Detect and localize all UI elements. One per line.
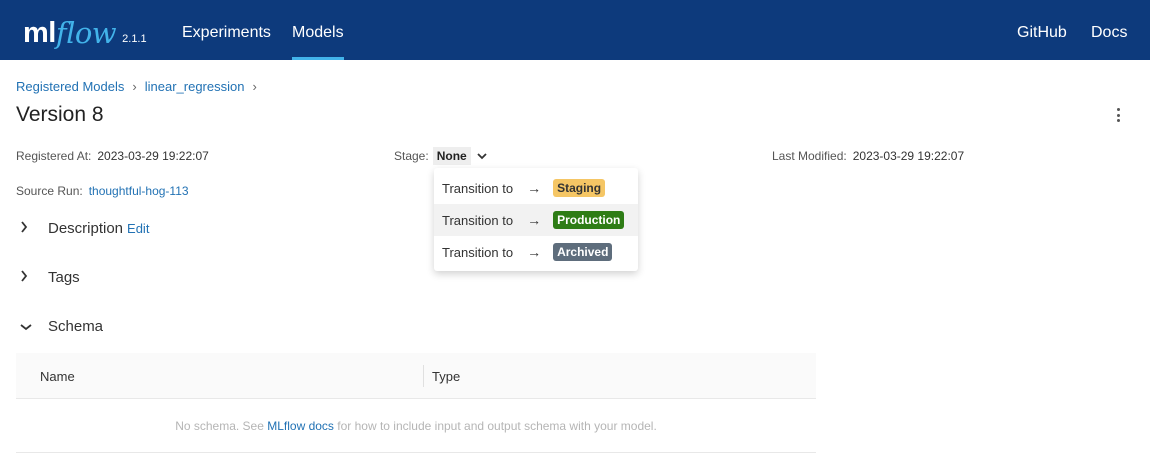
- nav-experiments[interactable]: Experiments: [182, 0, 271, 60]
- top-nav-bar: ml flow 2.1.1 Experiments Models GitHub D…: [0, 0, 1150, 60]
- transition-production-item[interactable]: Transition to → Production: [434, 204, 638, 236]
- last-modified-value: 2023-03-29 19:22:07: [852, 149, 965, 163]
- last-modified-label: Last Modified:: [772, 149, 847, 163]
- description-title[interactable]: Description: [48, 220, 123, 237]
- production-badge: Production: [553, 211, 625, 229]
- arrow-right-icon: →: [527, 180, 542, 196]
- nav-models[interactable]: Models: [292, 0, 344, 60]
- source-run-link[interactable]: thoughtful-hog-113: [89, 184, 189, 198]
- column-divider: [423, 365, 424, 387]
- source-run-label: Source Run:: [16, 184, 83, 198]
- chevron-right-icon: ›: [252, 79, 257, 94]
- transition-archived-item[interactable]: Transition to → Archived: [434, 236, 638, 268]
- stage-label: Stage:: [394, 149, 429, 163]
- arrow-right-icon: →: [527, 212, 542, 228]
- mlflow-docs-link[interactable]: MLflow docs: [267, 419, 334, 433]
- schema-empty-message: No schema. See MLflow docs for how to in…: [16, 399, 816, 453]
- nav-docs[interactable]: Docs: [1091, 0, 1127, 60]
- source-run: Source Run: thoughtful-hog-113: [16, 184, 189, 198]
- schema-empty-prefix: No schema. See: [175, 419, 268, 433]
- transition-label: Transition to: [442, 212, 514, 228]
- chevron-right-icon: ›: [132, 79, 137, 94]
- chevron-down-icon[interactable]: [477, 152, 487, 163]
- description-section: Description Edit: [20, 220, 149, 237]
- logo-ml-text: ml: [23, 17, 56, 49]
- column-name[interactable]: Name: [40, 369, 75, 384]
- schema-title[interactable]: Schema: [48, 318, 103, 335]
- last-modified: Last Modified: 2023-03-29 19:22:07: [772, 149, 964, 163]
- chevron-down-icon[interactable]: [20, 319, 34, 334]
- arrow-right-icon: →: [527, 244, 542, 260]
- version-label: 2.1.1: [122, 33, 147, 45]
- nav-github[interactable]: GitHub: [1017, 0, 1067, 60]
- registered-at-label: Registered At:: [16, 149, 92, 163]
- logo-flow-text: flow: [55, 16, 117, 50]
- schema-empty-suffix: for how to include input and output sche…: [333, 419, 657, 433]
- breadcrumb-model-name[interactable]: linear_regression: [145, 79, 245, 94]
- stage-value: None: [436, 149, 467, 163]
- transition-label: Transition to: [442, 244, 514, 260]
- registered-at-value: 2023-03-29 19:22:07: [97, 149, 209, 163]
- staging-badge: Staging: [553, 179, 606, 197]
- stage-transition-menu: Transition to → Staging Transition to → …: [434, 168, 638, 271]
- schema-section: Schema: [20, 318, 103, 335]
- transition-staging-item[interactable]: Transition to → Staging: [434, 172, 638, 204]
- chevron-right-icon[interactable]: [20, 221, 34, 236]
- kebab-menu-icon[interactable]: [1110, 106, 1126, 124]
- stage-select[interactable]: None: [432, 147, 471, 165]
- column-type[interactable]: Type: [432, 369, 460, 384]
- schema-table: Name Type No schema. See MLflow docs for…: [16, 353, 816, 453]
- archived-badge: Archived: [553, 243, 613, 261]
- tags-title[interactable]: Tags: [48, 269, 80, 286]
- registered-at: Registered At: 2023-03-29 19:22:07: [16, 149, 209, 163]
- tags-section: Tags: [20, 269, 80, 286]
- schema-table-header: Name Type: [16, 353, 816, 399]
- breadcrumb-registered-models[interactable]: Registered Models: [16, 79, 124, 94]
- breadcrumb: Registered Models › linear_regression ›: [16, 79, 265, 94]
- transition-label: Transition to: [442, 180, 514, 196]
- chevron-right-icon[interactable]: [20, 270, 34, 285]
- mlflow-logo[interactable]: ml flow 2.1.1: [23, 14, 147, 48]
- page-title: Version 8: [16, 103, 104, 126]
- description-edit-link[interactable]: Edit: [127, 221, 149, 236]
- stage-field: Stage: None: [394, 147, 487, 165]
